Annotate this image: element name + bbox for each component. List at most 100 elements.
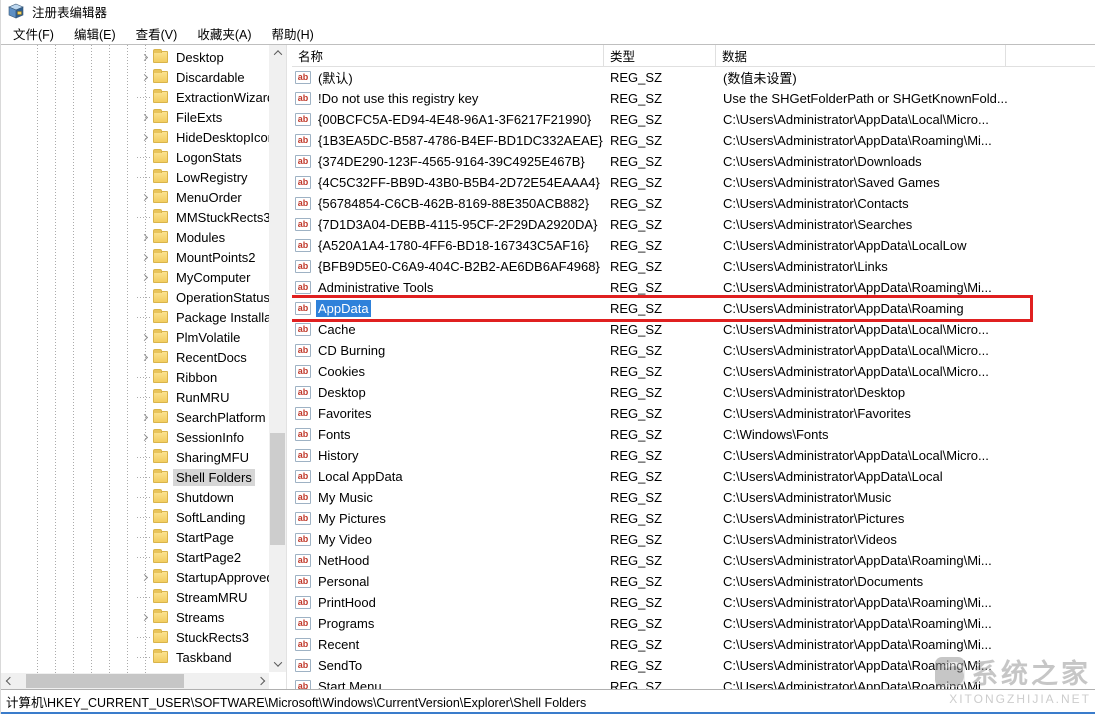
registry-value-row-a520a1a4-1780-4ff6-bd18-167343c5af16[interactable]: ab{A520A1A4-1780-4FF6-BD18-167343C5AF16}… <box>292 235 1095 256</box>
tree-item-mycomputer[interactable]: MyComputer <box>1 267 286 287</box>
scroll-left-icon[interactable] <box>1 673 18 689</box>
expand-chevron-icon[interactable] <box>137 570 151 584</box>
tree-item-stuckrects3[interactable]: StuckRects3 <box>1 627 286 647</box>
expand-chevron-icon[interactable] <box>137 110 151 124</box>
registry-value-row-my-pictures[interactable]: abMy PicturesREG_SZC:\Users\Administrato… <box>292 508 1095 529</box>
tree-item-package-installation[interactable]: Package Installation <box>1 307 286 327</box>
value-name: My Video <box>316 531 374 548</box>
registry-value-row-56784854-c6cb-462b-8169-88e350acb882[interactable]: ab{56784854-C6CB-462B-8169-88E350ACB882}… <box>292 193 1095 214</box>
registry-value-row-my-music[interactable]: abMy MusicREG_SZC:\Users\Administrator\M… <box>292 487 1095 508</box>
value-data: C:\Users\Administrator\AppData\Roaming\M… <box>716 658 1095 673</box>
registry-value-row-nethood[interactable]: abNetHoodREG_SZC:\Users\Administrator\Ap… <box>292 550 1095 571</box>
column-header-name[interactable]: 名称 <box>292 45 604 66</box>
registry-value-row-cookies[interactable]: abCookiesREG_SZC:\Users\Administrator\Ap… <box>292 361 1095 382</box>
tree-item-mmstuckrects3[interactable]: MMStuckRects3 <box>1 207 286 227</box>
expand-chevron-icon[interactable] <box>137 330 151 344</box>
column-header-data[interactable]: 数据 <box>716 45 1006 66</box>
menu-a[interactable]: 收藏夹(A) <box>187 22 261 45</box>
registry-value-row-favorites[interactable]: abFavoritesREG_SZC:\Users\Administrator\… <box>292 403 1095 424</box>
tree-vertical-scrollbar[interactable] <box>269 45 286 672</box>
tree-item-runmru[interactable]: RunMRU <box>1 387 286 407</box>
registry-value-row-programs[interactable]: abProgramsREG_SZC:\Users\Administrator\A… <box>292 613 1095 634</box>
folder-icon <box>153 211 168 223</box>
tree-item-logonstats[interactable]: LogonStats <box>1 147 286 167</box>
expand-chevron-icon[interactable] <box>137 50 151 64</box>
tree-guide-stub <box>137 297 151 298</box>
expand-chevron-icon[interactable] <box>137 430 151 444</box>
expand-chevron-icon[interactable] <box>137 190 151 204</box>
column-header-type[interactable]: 类型 <box>604 45 716 66</box>
tree-item-startpage[interactable]: StartPage <box>1 527 286 547</box>
menu-e[interactable]: 编辑(E) <box>64 22 126 45</box>
tree-item-recentdocs[interactable]: RecentDocs <box>1 347 286 367</box>
scroll-right-icon[interactable] <box>252 673 269 689</box>
registry-value-row-cd-burning[interactable]: abCD BurningREG_SZC:\Users\Administrator… <box>292 340 1095 361</box>
registry-value-row-recent[interactable]: abRecentREG_SZC:\Users\Administrator\App… <box>292 634 1095 655</box>
tree-item-startpage2[interactable]: StartPage2 <box>1 547 286 567</box>
tree-item-modules[interactable]: Modules <box>1 227 286 247</box>
registry-value-row-fonts[interactable]: abFontsREG_SZC:\Windows\Fonts <box>292 424 1095 445</box>
tree-item-sharingmfu[interactable]: SharingMFU <box>1 447 286 467</box>
expand-chevron-icon[interactable] <box>137 410 151 424</box>
expand-chevron-icon[interactable] <box>137 230 151 244</box>
tree-item-sessioninfo[interactable]: SessionInfo <box>1 427 286 447</box>
tree-item-discardable[interactable]: Discardable <box>1 67 286 87</box>
registry-value-row-printhood[interactable]: abPrintHoodREG_SZC:\Users\Administrator\… <box>292 592 1095 613</box>
registry-value-row-00bcfc5a-ed94-4e48-96a1-3f6217f21990[interactable]: ab{00BCFC5A-ED94-4E48-96A1-3F6217F21990}… <box>292 109 1095 130</box>
scroll-up-icon[interactable] <box>269 45 286 61</box>
registry-value-row-cache[interactable]: abCacheREG_SZC:\Users\Administrator\AppD… <box>292 319 1095 340</box>
tree-item-lowregistry[interactable]: LowRegistry <box>1 167 286 187</box>
folder-icon <box>153 411 168 423</box>
tree-item-shell-folders[interactable]: Shell Folders <box>1 467 286 487</box>
menu-h[interactable]: 帮助(H) <box>261 22 323 45</box>
tree-item-extractionwizard[interactable]: ExtractionWizard <box>1 87 286 107</box>
expand-chevron-icon[interactable] <box>137 270 151 284</box>
registry-value-row-7d1d3a04-debb-4115-95cf-2f29da2920da[interactable]: ab{7D1D3A04-DEBB-4115-95CF-2F29DA2920DA}… <box>292 214 1095 235</box>
tree-item-hidedesktopicons[interactable]: HideDesktopIcons <box>1 127 286 147</box>
registry-value-row-personal[interactable]: abPersonalREG_SZC:\Users\Administrator\D… <box>292 571 1095 592</box>
tree-horizontal-scroll-thumb[interactable] <box>26 674 184 688</box>
tree-item-searchplatform[interactable]: SearchPlatform <box>1 407 286 427</box>
registry-value-row-local-appdata[interactable]: abLocal AppDataREG_SZC:\Users\Administra… <box>292 466 1095 487</box>
tree-item-softlanding[interactable]: SoftLanding <box>1 507 286 527</box>
registry-value-row-sendto[interactable]: abSendToREG_SZC:\Users\Administrator\App… <box>292 655 1095 676</box>
registry-value-row-item[interactable]: ab(默认)REG_SZ(数值未设置) <box>292 67 1095 88</box>
tree-item-plmvolatile[interactable]: PlmVolatile <box>1 327 286 347</box>
tree-guide-stub <box>137 597 151 598</box>
tree-item-desktop[interactable]: Desktop <box>1 47 286 67</box>
expand-chevron-icon[interactable] <box>137 130 151 144</box>
expand-chevron-icon[interactable] <box>137 70 151 84</box>
registry-value-row-4c5c32ff-bb9d-43b0-b5b4-2d72e54eaaa4[interactable]: ab{4C5C32FF-BB9D-43B0-B5B4-2D72E54EAAA4}… <box>292 172 1095 193</box>
tree-vertical-scroll-thumb[interactable] <box>270 433 285 545</box>
registry-value-row-do-not-use-this-registry-key[interactable]: ab!Do not use this registry keyREG_SZUse… <box>292 88 1095 109</box>
registry-value-row-desktop[interactable]: abDesktopREG_SZC:\Users\Administrator\De… <box>292 382 1095 403</box>
registry-value-row-bfb9d5e0-c6a9-404c-b2b2-ae6db6af4968[interactable]: ab{BFB9D5E0-C6A9-404C-B2B2-AE6DB6AF4968}… <box>292 256 1095 277</box>
registry-value-row-start-menu[interactable]: abStart MenuREG_SZC:\Users\Administrator… <box>292 676 1095 689</box>
reg-sz-icon: ab <box>295 365 311 378</box>
scroll-down-icon[interactable] <box>269 656 286 672</box>
tree-item-mountpoints2[interactable]: MountPoints2 <box>1 247 286 267</box>
registry-value-row-appdata[interactable]: abAppDataREG_SZC:\Users\Administrator\Ap… <box>292 298 1095 319</box>
tree-item-streams[interactable]: Streams <box>1 607 286 627</box>
expand-chevron-icon[interactable] <box>137 250 151 264</box>
value-data: C:\Users\Administrator\AppData\Roaming\M… <box>716 553 1095 568</box>
tree-item-startupapproved[interactable]: StartupApproved <box>1 567 286 587</box>
registry-value-row-history[interactable]: abHistoryREG_SZC:\Users\Administrator\Ap… <box>292 445 1095 466</box>
tree-item-operationstatusmanager[interactable]: OperationStatusManager <box>1 287 286 307</box>
menu-f[interactable]: 文件(F) <box>3 22 64 45</box>
registry-value-row-my-video[interactable]: abMy VideoREG_SZC:\Users\Administrator\V… <box>292 529 1095 550</box>
expand-chevron-icon[interactable] <box>137 610 151 624</box>
tree-item-streammru[interactable]: StreamMRU <box>1 587 286 607</box>
tree-horizontal-scrollbar[interactable] <box>1 673 269 689</box>
tree-item-ribbon[interactable]: Ribbon <box>1 367 286 387</box>
tree-item-fileexts[interactable]: FileExts <box>1 107 286 127</box>
menu-v[interactable]: 查看(V) <box>126 22 188 45</box>
tree-item-menuorder[interactable]: MenuOrder <box>1 187 286 207</box>
registry-value-row-374de290-123f-4565-9164-39c4925e467b[interactable]: ab{374DE290-123F-4565-9164-39C4925E467B}… <box>292 151 1095 172</box>
registry-value-row-administrative-tools[interactable]: abAdministrative ToolsREG_SZC:\Users\Adm… <box>292 277 1095 298</box>
tree-item-taskband[interactable]: Taskband <box>1 647 286 667</box>
registry-value-row-1b3ea5dc-b587-4786-b4ef-bd1dc332aeae[interactable]: ab{1B3EA5DC-B587-4786-B4EF-BD1DC332AEAE}… <box>292 130 1095 151</box>
expand-chevron-icon[interactable] <box>137 350 151 364</box>
tree-item-shutdown[interactable]: Shutdown <box>1 487 286 507</box>
value-type: REG_SZ <box>604 217 716 232</box>
